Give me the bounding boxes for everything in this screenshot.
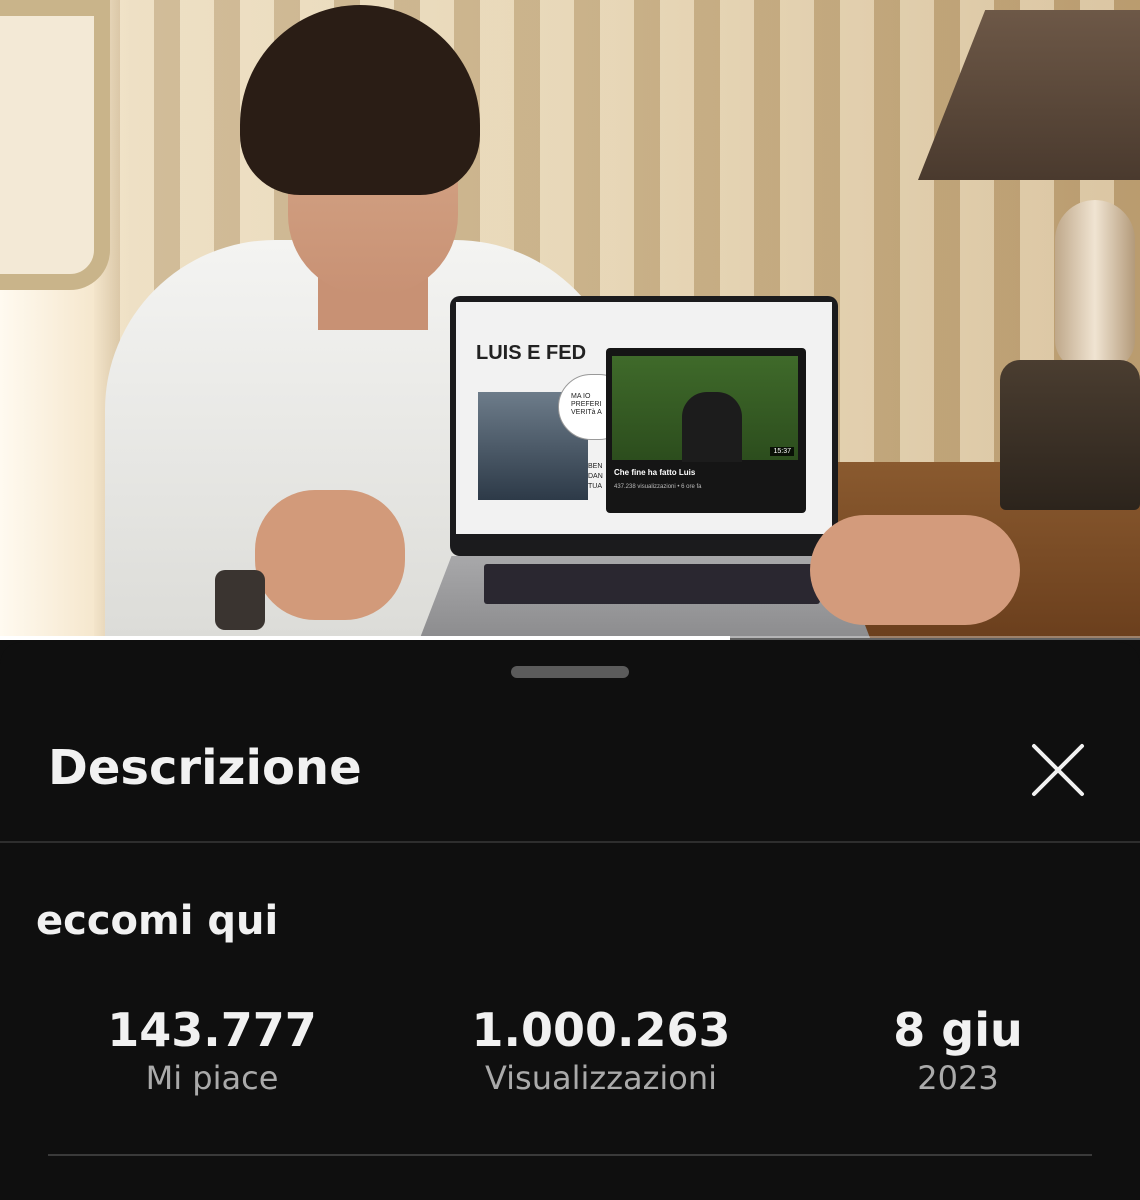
- views-stat: 1.000.263 Visualizzazioni: [472, 1002, 731, 1098]
- video-player[interactable]: LUIS E FED MA IO PREFERI VERITà A BEN DA…: [0, 0, 1140, 638]
- slide-caption: BEN DAN TUA: [588, 463, 603, 490]
- laptop-screen: LUIS E FED MA IO PREFERI VERITà A BEN DA…: [456, 302, 832, 534]
- video-card-title: Che fine ha fatto Luis: [614, 468, 696, 477]
- laptop-keyboard: [484, 564, 820, 604]
- slide-title: LUIS E FED: [476, 342, 587, 364]
- stats-divider: [48, 1154, 1092, 1156]
- video-title: eccomi qui: [36, 898, 279, 944]
- video-card: 15:37 Che fine ha fatto Luis 437.238 vis…: [606, 348, 806, 513]
- likes-count: 143.777: [107, 1003, 317, 1057]
- mirror-frame: [0, 0, 110, 290]
- wristwatch: [215, 570, 265, 630]
- publish-date: 8 giu: [893, 1003, 1023, 1057]
- thumbnail-person: [682, 392, 742, 462]
- person-right-hand: [810, 515, 1020, 625]
- lamp-base: [1055, 200, 1135, 370]
- close-icon: [1032, 744, 1084, 796]
- speech-bubble-text: MA IO PREFERI VERITà A: [571, 393, 602, 416]
- video-progress-fill: [0, 636, 730, 640]
- views-label: Visualizzazioni: [484, 1059, 718, 1097]
- drag-handle[interactable]: [511, 666, 629, 678]
- video-card-duration: 15:37: [770, 447, 794, 456]
- likes-label: Mi piace: [145, 1059, 279, 1097]
- video-card-thumbnail: 15:37: [612, 356, 798, 462]
- date-stat: 8 giu 2023: [893, 1002, 1022, 1098]
- likes-stat: 143.777 Mi piace: [107, 1002, 317, 1098]
- header-divider: [0, 841, 1140, 843]
- publish-year: 2023: [917, 1059, 999, 1097]
- lamp-foot: [1000, 360, 1140, 510]
- video-progress-bar[interactable]: [0, 636, 1140, 640]
- views-count: 1.000.263: [471, 1003, 731, 1057]
- panel-title: Descrizione: [48, 740, 362, 796]
- description-panel: Descrizione eccomi qui 143.777 Mi piace …: [0, 642, 1140, 1200]
- video-card-meta: 437.238 visualizzazioni • 6 ore fa: [614, 484, 702, 490]
- person-left-hand: [255, 490, 405, 620]
- close-button[interactable]: [1026, 738, 1090, 802]
